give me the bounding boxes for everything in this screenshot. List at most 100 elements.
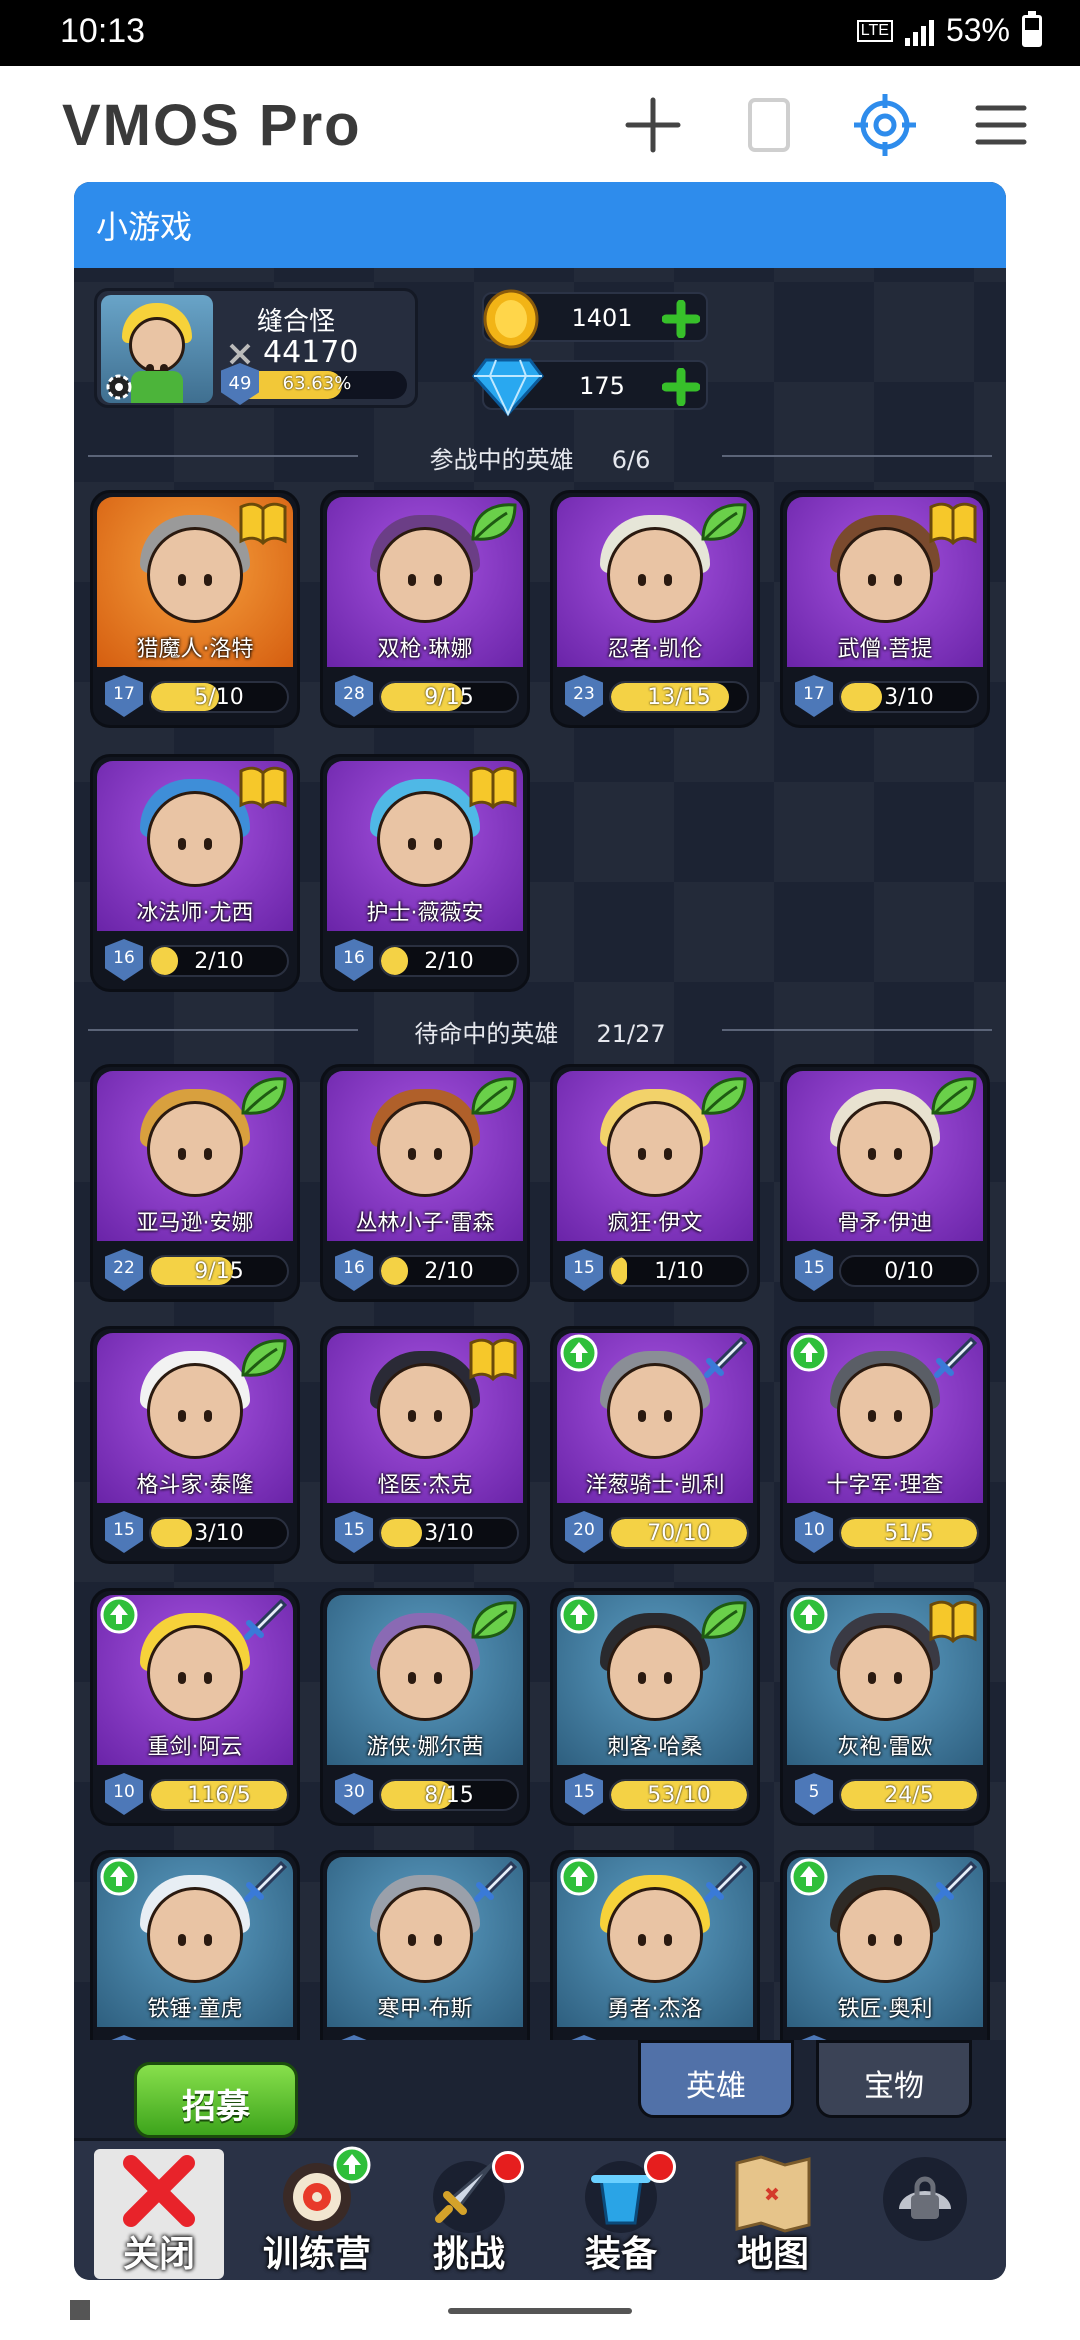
upgrade-arrow-icon: [99, 1595, 139, 1635]
window-icon[interactable]: [736, 92, 802, 158]
hero-shard-text: 116/5: [187, 1783, 251, 1808]
hero-card[interactable]: 疯狂·伊文 15 1/10: [550, 1064, 760, 1302]
hero-shard-text: 8/15: [424, 1783, 474, 1808]
hero-shard-bar: 1/10: [609, 1255, 749, 1287]
hero-shard-bar: 70/10: [609, 1517, 749, 1549]
nav-locked[interactable]: [860, 2149, 990, 2279]
hero-card[interactable]: 格斗家·泰隆 15 3/10: [90, 1326, 300, 1564]
signal-icon: [904, 16, 934, 46]
mini-game-panel: 小游戏 缝合怪 44170 63.63% 49 1401 175 参战中的英雄 …: [74, 182, 1006, 2280]
hero-face: [147, 1887, 243, 1983]
hero-face: [837, 1101, 933, 1197]
sword-class-icon: [467, 1859, 519, 1907]
target-icon[interactable]: [852, 92, 918, 158]
upgrade-arrow-icon: [789, 1333, 829, 1373]
hero-card[interactable]: 寒甲·布斯: [320, 1850, 530, 2040]
hero-face: [147, 1625, 243, 1721]
hero-card[interactable]: 刺客·哈桑 15 53/10: [550, 1588, 760, 1826]
hero-shard-text: 0/10: [884, 1259, 934, 1284]
clock: 10:13: [60, 12, 146, 50]
sword-class-icon: [697, 1859, 749, 1907]
hero-level-badge: 15: [105, 1511, 143, 1553]
hero-shard-bar: 8/15: [379, 1779, 519, 1811]
standby-heroes-grid: 亚马逊·安娜 22 9/15 丛林小子·雷森 16 2/10 疯狂·伊文 15 1/10 骨矛·伊…: [74, 182, 1006, 2040]
leaf-class-icon: [927, 1073, 979, 1121]
home-gesture-bar[interactable]: [448, 2308, 632, 2314]
tab-heroes[interactable]: 英雄: [638, 2040, 794, 2118]
hero-face: [607, 1101, 703, 1197]
hero-face: [147, 1363, 243, 1459]
nav-map[interactable]: 地图: [708, 2149, 838, 2279]
hero-card[interactable]: 重剑·阿云 10 116/5: [90, 1588, 300, 1826]
nav-training[interactable]: 训练营: [252, 2146, 382, 2279]
hero-name: 游侠·娜尔茜: [366, 1735, 484, 1760]
hero-shard-bar: 3/10: [379, 1517, 519, 1549]
lock-icon: [883, 2157, 967, 2241]
hero-level-badge: 15: [335, 1511, 373, 1553]
hero-card[interactable]: 游侠·娜尔茜 30 8/15: [320, 1588, 530, 1826]
hero-level-badge: 5: [795, 1773, 833, 1815]
hero-shard-bar: 0/10: [839, 1255, 979, 1287]
add-icon[interactable]: [620, 92, 686, 158]
hero-card[interactable]: 骨矛·伊迪 15 0/10: [780, 1064, 990, 1302]
leaf-class-icon: [467, 1073, 519, 1121]
hero-name: 刺客·哈桑: [607, 1735, 703, 1760]
nav-challenge[interactable]: 挑战: [404, 2149, 534, 2279]
leaf-class-icon: [467, 1597, 519, 1645]
sword-class-icon: [697, 1335, 749, 1383]
hero-shard-bar: 51/5: [839, 1517, 979, 1549]
hero-level-badge: 15: [565, 1773, 603, 1815]
app-title: VMOS Pro: [62, 93, 362, 158]
hero-card[interactable]: 勇者·杰洛: [550, 1850, 760, 2040]
hero-card[interactable]: 铁锤·童虎: [90, 1850, 300, 2040]
nav-map-label: 地图: [736, 2234, 809, 2275]
hero-shard-text: 9/15: [194, 1259, 244, 1284]
hero-shard-text: 2/10: [424, 1259, 474, 1284]
hero-name: 铁锤·童虎: [147, 1997, 243, 2022]
hero-face: [837, 1625, 933, 1721]
leaf-class-icon: [237, 1335, 289, 1383]
hero-card[interactable]: 亚马逊·安娜 22 9/15: [90, 1064, 300, 1302]
hero-card[interactable]: 丛林小子·雷森 16 2/10: [320, 1064, 530, 1302]
nav-close[interactable]: 关闭: [94, 2149, 224, 2279]
upgrade-arrow-icon: [559, 1857, 599, 1897]
leaf-class-icon: [697, 1597, 749, 1645]
tab-treasure[interactable]: 宝物: [816, 2040, 972, 2118]
nav-training-label: 训练营: [262, 2234, 371, 2275]
hero-level-badge: 15: [795, 1249, 833, 1291]
hero-card[interactable]: 铁匠·奥利: [780, 1850, 990, 2040]
hero-name: 亚马逊·安娜: [136, 1211, 254, 1236]
hero-face: [377, 1363, 473, 1459]
hero-shard-bar: 53/10: [609, 1779, 749, 1811]
sword-class-icon: [237, 1859, 289, 1907]
upgrade-arrow-icon: [789, 1857, 829, 1897]
hero-name: 勇者·杰洛: [607, 1997, 703, 2022]
nav-equipment-label: 装备: [584, 2234, 657, 2275]
hero-name: 格斗家·泰隆: [136, 1473, 254, 1498]
hero-face: [837, 1887, 933, 1983]
sword-class-icon: [237, 1597, 289, 1645]
recent-apps-button[interactable]: [70, 2300, 90, 2320]
nav-equipment[interactable]: 装备: [556, 2149, 686, 2279]
hero-face: [377, 1101, 473, 1197]
hero-level-badge: 16: [335, 1249, 373, 1291]
hero-card[interactable]: 怪医·杰克 15 3/10: [320, 1326, 530, 1564]
battery-icon: [1022, 10, 1042, 47]
hero-face: [377, 1625, 473, 1721]
hero-face: [607, 1625, 703, 1721]
hero-face: [147, 1101, 243, 1197]
hero-card[interactable]: 灰袍·雷欧 5 24/5: [780, 1588, 990, 1826]
network-type-icon: LTE: [856, 19, 893, 42]
hero-shard-text: 24/5: [884, 1783, 934, 1808]
hero-level-badge: 20: [565, 1511, 603, 1553]
menu-icon[interactable]: [968, 92, 1034, 158]
recruit-button[interactable]: 招募: [134, 2062, 298, 2138]
hero-name: 怪医·杰克: [377, 1473, 473, 1498]
sword-class-icon: [927, 1859, 979, 1907]
bottom-action-bar: 招募 英雄 宝物: [74, 2040, 1006, 2150]
hero-level-badge: 30: [335, 1773, 373, 1815]
upgrade-arrow-icon: [559, 1595, 599, 1635]
hero-card[interactable]: 洋葱骑士·凯利 20 70/10: [550, 1326, 760, 1564]
hero-card[interactable]: 十字军·理查 10 51/5: [780, 1326, 990, 1564]
leaf-class-icon: [697, 1073, 749, 1121]
